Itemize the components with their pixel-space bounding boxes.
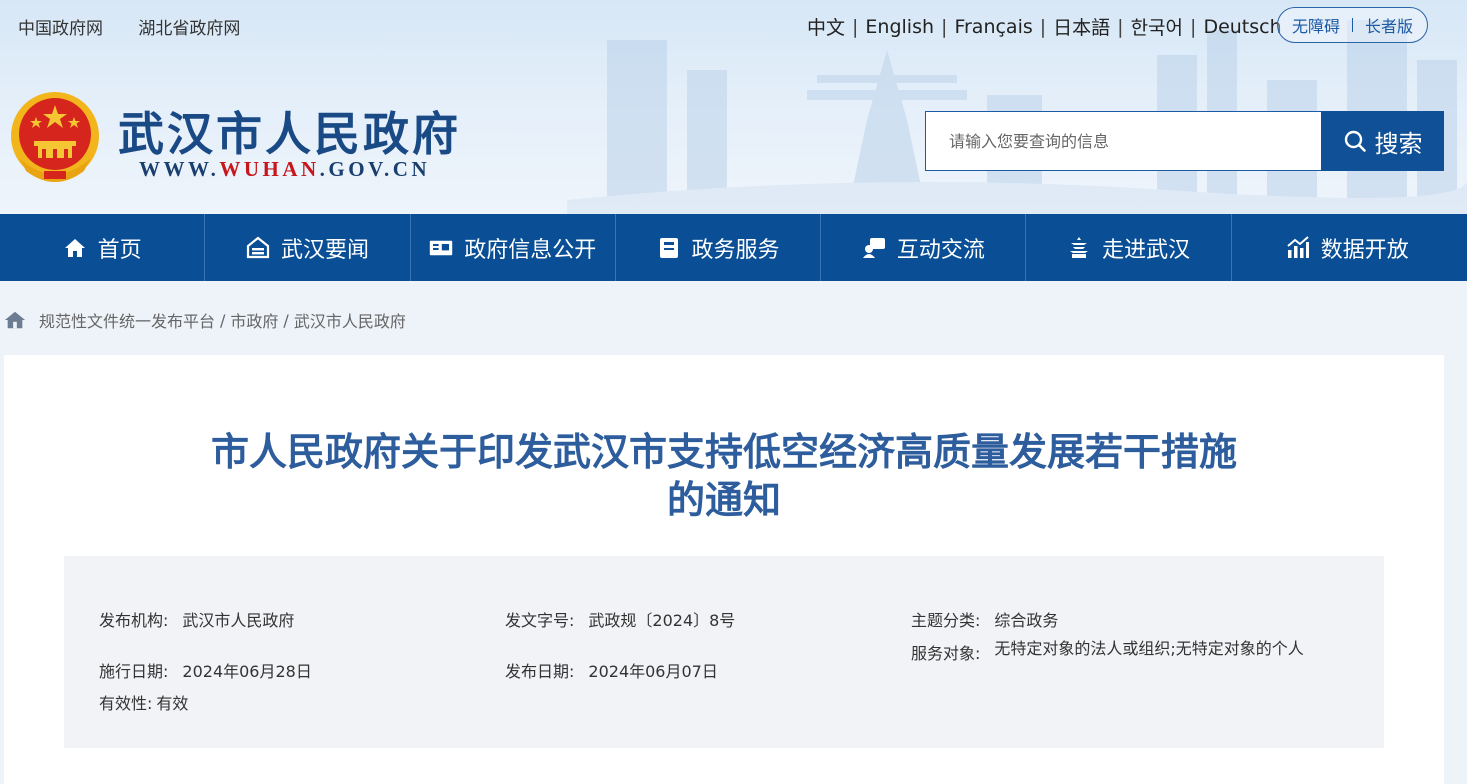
divider: | [1190,15,1197,38]
meta-value: 武政规〔2024〕8号 [588,611,736,630]
language-switcher: 中文 | English | Français | 日本語 | 한국어 | Deutsch [807,13,1282,40]
meta-value: 综合政务 [994,611,1059,630]
chart-icon [1287,235,1309,258]
nav-label: 政务服务 [691,237,780,263]
search-input[interactable] [926,112,1322,170]
accessibility-toggle: 无障碍 长者版 [1277,7,1428,43]
nav-info-disclosure[interactable]: 政府信息公开 [411,214,616,281]
nav-label: 武汉要闻 [280,237,369,263]
elder-mode-button[interactable]: 长者版 [1365,13,1413,37]
nav-interaction[interactable]: 互动交流 [821,214,1027,281]
breadcrumb-city-gov[interactable]: 市政府 [230,308,278,332]
nav-label: 首页 [97,237,142,263]
nav-about-wuhan[interactable]: 走进武汉 [1026,214,1232,281]
divider: | [1117,15,1124,38]
home-icon[interactable] [4,309,26,331]
nav-label: 互动交流 [896,237,985,263]
search-icon [1344,130,1366,152]
meta-validity: 有效性: 有效 [99,690,188,714]
meta-label: 发布机构: [99,611,169,630]
top-links: 中国政府网 湖北省政府网 [18,14,270,39]
meta-value: 有效 [156,694,189,713]
nav-label: 数据开放 [1320,237,1409,263]
url-highlight: WUHAN [219,157,320,181]
meta-topic: 主题分类: 综合政务 [911,607,1058,631]
breadcrumb-wuhan-gov[interactable]: 武汉市人民政府 [294,308,406,332]
url-prefix: WWW. [139,157,220,181]
url-suffix: .GOV.CN [319,157,431,181]
search-box [925,111,1322,171]
site-title: 武汉市人民政府 [118,107,461,161]
main-nav: 首页 武汉要闻 政府信息公开 政务服务 互动交流 走进武汉 数据开放 [0,214,1467,281]
meta-effective-date: 施行日期: 2024年06月28日 [99,658,312,682]
meta-publish-date: 发布日期: 2024年06月07日 [505,658,718,682]
service-icon [659,237,678,258]
breadcrumb-separator: / [283,310,289,330]
divider: | [941,15,948,38]
meta-label: 有效性: [99,694,153,713]
lang-korean[interactable]: 한국어 [1131,13,1183,40]
meta-value: 无特定对象的法人或组织;无特定对象的个人 [994,639,1304,658]
breadcrumb-separator: / [220,310,226,330]
meta-label: 服务对象: [911,644,981,663]
site-header: 中国政府网 湖北省政府网 中文 | English | Français | 日本語 |… [0,0,1467,214]
accessibility-button[interactable]: 无障碍 [1292,13,1340,37]
china-gov-link[interactable]: 中国政府网 [18,19,103,39]
hubei-gov-link[interactable]: 湖北省政府网 [138,19,240,39]
meta-label: 施行日期: [99,662,169,681]
lang-english[interactable]: English [865,16,934,38]
chat-icon [862,237,885,258]
search-button-label: 搜索 [1374,129,1423,158]
home-icon [64,238,85,257]
info-icon [430,240,453,255]
meta-value: 武汉市人民政府 [182,611,295,630]
meta-label: 发文字号: [505,611,575,630]
document-title: 市人民政府关于印发武汉市支持低空经济高质量发展若干措施 的通知 [64,428,1384,524]
nav-home[interactable]: 首页 [0,214,206,281]
meta-issuer: 发布机构: 武汉市人民政府 [99,607,294,631]
lang-german[interactable]: Deutsch [1203,16,1281,38]
meta-doc-no: 发文字号: 武政规〔2024〕8号 [505,607,735,631]
nav-services[interactable]: 政务服务 [616,214,822,281]
meta-value: 2024年06月28日 [182,662,312,681]
nav-news[interactable]: 武汉要闻 [205,214,411,281]
lang-french[interactable]: Français [954,16,1032,38]
nav-label: 政府信息公开 [464,237,597,263]
site-url: WWW.WUHAN.GOV.CN [139,157,430,182]
search-button[interactable]: 搜索 [1321,111,1444,171]
nav-open-data[interactable]: 数据开放 [1232,214,1463,281]
news-icon [246,236,270,258]
divider [1352,18,1353,32]
lang-chinese[interactable]: 中文 [807,13,845,40]
meta-label: 主题分类: [911,611,981,630]
document-title-line2: 的通知 [666,478,781,522]
meta-label: 发布日期: [505,662,575,681]
divider: | [852,15,859,38]
meta-audience: 服务对象: 无特定对象的法人或组织;无特定对象的个人 [911,640,1311,664]
document-title-line1: 市人民政府关于印发武汉市支持低空经济高质量发展若干措施 [210,430,1237,474]
national-emblem-icon [11,92,99,182]
divider: | [1039,15,1047,38]
document-card: 市人民政府关于印发武汉市支持低空经济高质量发展若干措施 的通知 发布机构: 武汉… [4,355,1444,784]
nav-label: 走进武汉 [1102,237,1191,263]
lang-japanese[interactable]: 日本語 [1053,13,1110,40]
breadcrumb-platform[interactable]: 规范性文件统一发布平台 [39,308,215,332]
tower-icon [1070,236,1089,258]
breadcrumb: 规范性文件统一发布平台 / 市政府 / 武汉市人民政府 [4,308,406,332]
document-meta: 发布机构: 武汉市人民政府 发文字号: 武政规〔2024〕8号 主题分类: 综合… [64,556,1384,748]
meta-value: 2024年06月07日 [588,662,718,681]
